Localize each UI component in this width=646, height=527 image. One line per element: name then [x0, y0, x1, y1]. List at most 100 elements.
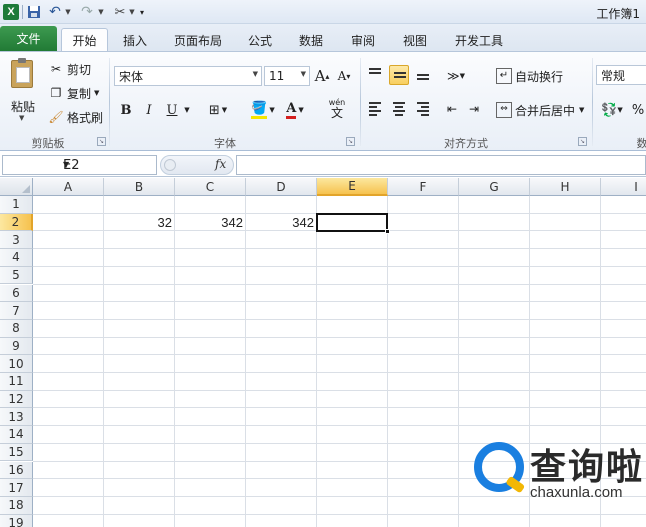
clipboard-icon — [11, 58, 33, 88]
phonetic-button[interactable]: wén 文 — [322, 98, 352, 119]
select-all-button[interactable] — [0, 178, 33, 196]
ribbon-tabs: 文件 开始 插入 页面布局 公式 数据 审阅 视图 开发工具 — [0, 24, 646, 52]
font-launcher-icon[interactable]: ↘ — [346, 137, 355, 146]
formula-toggle-icon[interactable] — [164, 159, 176, 171]
align-middle-button[interactable] — [389, 65, 409, 85]
align-bottom-button[interactable] — [413, 65, 433, 85]
font-size-select[interactable]: 11 ▼ — [264, 66, 310, 86]
bold-button[interactable]: B — [117, 101, 135, 119]
tab-insert[interactable]: 插入 — [112, 28, 158, 52]
align-top-icon — [369, 68, 381, 76]
row-header-18[interactable]: 18 — [0, 496, 33, 515]
row-header-15[interactable]: 15 — [0, 443, 33, 462]
tab-data[interactable]: 数据 — [291, 28, 331, 52]
name-box[interactable]: E2 ▼ — [2, 155, 157, 175]
column-header-g[interactable]: G — [459, 178, 530, 196]
gridline — [33, 265, 646, 267]
column-header-a[interactable]: A — [33, 178, 104, 196]
tab-file[interactable]: 文件 — [0, 26, 57, 51]
underline-button[interactable]: U — [163, 101, 181, 119]
fill-handle[interactable] — [385, 228, 390, 234]
insert-function-icon[interactable]: fx — [215, 157, 226, 171]
undo-dropdown-icon[interactable]: ▼ — [64, 3, 72, 21]
tab-formulas[interactable]: 公式 — [240, 28, 280, 52]
row-header-12[interactable]: 12 — [0, 390, 33, 409]
align-left-button[interactable] — [365, 99, 385, 119]
align-center-button[interactable] — [389, 99, 409, 119]
currency-format-button[interactable]: 💱 ▼ — [598, 101, 626, 119]
italic-button[interactable]: I — [140, 101, 158, 119]
tab-developer[interactable]: 开发工具 — [447, 28, 511, 52]
row-header-16[interactable]: 16 — [0, 461, 33, 480]
row-header-17[interactable]: 17 — [0, 479, 33, 497]
column-header-h[interactable]: H — [530, 178, 601, 196]
column-header-i[interactable]: I — [601, 178, 646, 196]
percent-button[interactable]: % — [630, 101, 646, 119]
row-header-11[interactable]: 11 — [0, 373, 33, 391]
decrease-indent-button[interactable]: ⇤ — [443, 100, 461, 118]
grow-font-button[interactable]: A ▴ — [313, 67, 331, 85]
row-header-5[interactable]: 5 — [0, 266, 33, 285]
format-painter-button[interactable]: 🖌 格式刷 — [48, 108, 103, 126]
orientation-button[interactable]: ≫ ▼ — [443, 67, 469, 85]
window-title: 工作簿1 — [596, 7, 640, 21]
selected-cell[interactable] — [316, 212, 390, 234]
cell-d2[interactable]: 342 — [246, 214, 317, 232]
watermark-text: 查询啦 — [530, 447, 645, 488]
merge-center-button[interactable]: ⇔ 合并后居中 ▼ — [496, 101, 584, 119]
clipboard-launcher-icon[interactable]: ↘ — [97, 137, 106, 146]
cut-button[interactable]: ✂ 剪切 — [48, 60, 91, 78]
number-format-select[interactable]: 常规 — [596, 65, 646, 85]
cell-c2[interactable]: 342 — [175, 214, 246, 232]
alignment-launcher-icon[interactable]: ↘ — [578, 137, 587, 146]
row-header-3[interactable]: 3 — [0, 231, 33, 250]
customize-toolbar-icon[interactable]: ▾ — [137, 3, 147, 21]
column-header-f[interactable]: F — [388, 178, 459, 196]
cell-b2[interactable]: 32 — [104, 214, 175, 232]
borders-button[interactable]: ⊞ ▼ — [205, 101, 231, 119]
increase-indent-button[interactable]: ⇥ — [465, 100, 483, 118]
row-header-10[interactable]: 10 — [0, 355, 33, 373]
wrap-text-icon: ↵ — [496, 68, 512, 84]
font-name-select[interactable]: 宋体 ▼ — [114, 66, 262, 86]
fill-color-button[interactable]: 🪣 ▼ — [248, 101, 278, 119]
paste-button[interactable]: 粘贴 ▼ — [5, 56, 41, 124]
row-header-4[interactable]: 4 — [0, 249, 33, 267]
divider — [592, 58, 593, 146]
tab-home[interactable]: 开始 — [61, 28, 108, 52]
save-icon[interactable] — [26, 3, 42, 21]
row-header-8[interactable]: 8 — [0, 319, 33, 338]
watermark: 查询啦 chaxunla.com — [462, 432, 646, 512]
row-header-6[interactable]: 6 — [0, 284, 33, 303]
column-header-e[interactable]: E — [317, 178, 388, 196]
copy-button[interactable]: ❐ 复制 ▼ — [48, 84, 100, 102]
chevron-down-icon: ▼ — [298, 106, 304, 114]
row-header-7[interactable]: 7 — [0, 302, 33, 320]
row-header-14[interactable]: 14 — [0, 426, 33, 444]
row-header-9[interactable]: 9 — [0, 337, 33, 356]
paste-label: 粘贴 — [10, 100, 35, 114]
redo-dropdown-icon[interactable]: ▼ — [97, 3, 105, 21]
align-right-button[interactable] — [413, 99, 433, 119]
excel-window: X ↶ ▼ ↷ ▼ ✂ ▼ ▾ 工作簿1 文件 开始 插入 页面布局 公式 数据… — [0, 0, 646, 527]
formula-input[interactable] — [236, 155, 646, 175]
tab-page-layout[interactable]: 页面布局 — [166, 28, 230, 52]
tab-review[interactable]: 审阅 — [343, 28, 383, 52]
row-header-19[interactable]: 19 — [0, 514, 33, 527]
row-header-2[interactable]: 2 — [0, 213, 33, 232]
tools-icon[interactable]: ✂ — [112, 3, 128, 21]
shrink-font-button[interactable]: A ▾ — [335, 67, 353, 85]
wrap-text-button[interactable]: ↵ 自动换行 — [496, 67, 563, 85]
tab-view[interactable]: 视图 — [395, 28, 435, 52]
undo-icon[interactable]: ↶ — [48, 3, 62, 21]
font-color-button[interactable]: A ▼ — [282, 101, 308, 119]
redo-icon[interactable]: ↷ — [80, 3, 94, 21]
align-top-button[interactable] — [365, 65, 385, 85]
row-header-1[interactable]: 1 — [0, 196, 33, 214]
tools-dropdown-icon[interactable]: ▼ — [128, 3, 136, 21]
row-header-13[interactable]: 13 — [0, 408, 33, 427]
column-header-c[interactable]: C — [175, 178, 246, 196]
underline-dropdown-icon[interactable]: ▼ — [182, 101, 192, 119]
column-header-d[interactable]: D — [246, 178, 317, 196]
column-header-b[interactable]: B — [104, 178, 175, 196]
